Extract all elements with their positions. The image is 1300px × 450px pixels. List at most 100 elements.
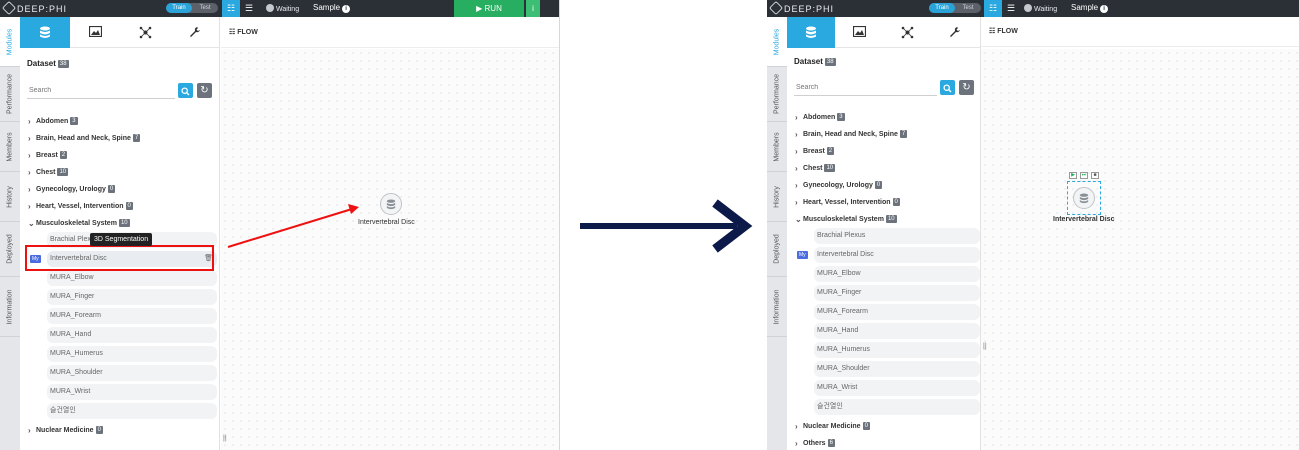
category-nuclear-medicine[interactable]: › Nuclear Medicine 0 xyxy=(794,418,980,435)
list-item[interactable]: MURA_Forearm xyxy=(814,304,980,320)
list-item[interactable]: MURA_Hand xyxy=(814,323,980,339)
project-name-text: Sample xyxy=(1071,3,1099,12)
tab-performance[interactable]: Performance xyxy=(0,67,20,122)
dataset-tree: › Abdomen 3 › Brain, Head and Neck, Spine 7 … xyxy=(27,113,217,439)
tab-members[interactable]: Members xyxy=(0,122,20,172)
search-input[interactable] xyxy=(794,79,937,96)
flow-view-icon[interactable]: ☷ xyxy=(984,0,1002,17)
flow-canvas[interactable]: ☷ FLOW ▶ ⏭ ■ Intervertebral Disc || xyxy=(981,17,1299,450)
search-button[interactable] xyxy=(940,80,955,95)
network-icon xyxy=(139,26,151,39)
category-heart[interactable]: › Heart, Vessel, Intervention 0 xyxy=(27,198,217,215)
dataset-node[interactable] xyxy=(380,193,402,215)
database-icon xyxy=(386,199,396,210)
flow-canvas[interactable]: ☷ FLOW Intervertebral Disc || xyxy=(221,17,559,450)
category-brain[interactable]: › Brain, Head and Neck, Spine 7 xyxy=(794,126,980,143)
project-name[interactable]: Sample i xyxy=(1071,3,1109,13)
list-item[interactable]: MURA_Elbow xyxy=(814,266,980,282)
list-item[interactable]: MURA_Finger xyxy=(814,285,980,301)
tab-image[interactable] xyxy=(70,17,120,48)
category-nuclear-medicine[interactable]: › Nuclear Medicine 0 xyxy=(27,422,217,439)
tab-information[interactable]: Information xyxy=(767,277,787,337)
train-test-toggle[interactable]: Train Test xyxy=(929,3,981,13)
toggle-test[interactable]: Test xyxy=(192,3,218,13)
tab-history[interactable]: History xyxy=(0,172,20,222)
flow-view-icon[interactable]: ☷ xyxy=(222,0,240,17)
tab-modules[interactable]: Modules xyxy=(0,17,20,67)
tab-tools[interactable] xyxy=(931,17,979,48)
tab-dataset[interactable] xyxy=(20,17,70,48)
category-count: 2 xyxy=(59,151,68,159)
chevron-right-icon: › xyxy=(795,147,798,156)
project-name[interactable]: Sample i xyxy=(313,3,351,13)
category-gynecology[interactable]: › Gynecology, Urology 0 xyxy=(794,177,980,194)
tab-deployed[interactable]: Deployed xyxy=(767,222,787,277)
tab-image[interactable] xyxy=(835,17,883,48)
list-item[interactable]: MURA_Humerus xyxy=(47,346,217,362)
step-icon[interactable]: ⏭ xyxy=(1080,172,1088,179)
tab-network[interactable] xyxy=(120,17,170,48)
category-count: 2 xyxy=(826,147,835,155)
refresh-button[interactable]: ↻ xyxy=(959,80,974,95)
tab-dataset[interactable] xyxy=(787,17,835,48)
tab-deployed[interactable]: Deployed xyxy=(0,222,20,277)
tab-modules[interactable]: Modules xyxy=(767,17,787,67)
category-gynecology[interactable]: › Gynecology, Urology 0 xyxy=(27,181,217,198)
list-item[interactable]: MURA_Humerus xyxy=(814,342,980,358)
node-label: Intervertebral Disc xyxy=(358,219,415,226)
resize-handle[interactable]: || xyxy=(223,435,227,442)
list-item[interactable]: MURA_Elbow xyxy=(47,270,217,286)
play-icon[interactable]: ▶ xyxy=(1069,172,1077,179)
category-others[interactable]: › Others 6 xyxy=(794,435,980,450)
refresh-button[interactable]: ↻ xyxy=(197,83,212,98)
tab-information[interactable]: Information xyxy=(0,277,20,337)
list-view-icon[interactable]: ☰ xyxy=(240,0,258,17)
list-view-icon[interactable]: ☰ xyxy=(1002,0,1020,17)
list-item[interactable]: MURA_Forearm xyxy=(47,308,217,324)
list-item[interactable]: MURA_Wrist xyxy=(814,380,980,396)
list-item[interactable]: MURA_Hand xyxy=(47,327,217,343)
category-abdomen[interactable]: › Abdomen 3 xyxy=(27,113,217,130)
tab-network[interactable] xyxy=(883,17,931,48)
category-brain[interactable]: › Brain, Head and Neck, Spine 7 xyxy=(27,130,217,147)
search-input[interactable] xyxy=(27,82,175,99)
trash-icon[interactable]: ■ xyxy=(1091,172,1099,179)
category-musculoskeletal[interactable]: ⌄ Musculoskeletal System 10 xyxy=(794,211,980,228)
list-item[interactable]: 슬건열인 xyxy=(814,399,980,415)
category-abdomen[interactable]: › Abdomen 3 xyxy=(794,109,980,126)
tab-tools[interactable] xyxy=(170,17,219,48)
category-heart[interactable]: › Heart, Vessel, Intervention 0 xyxy=(794,194,980,211)
list-item[interactable]: Brachial Plexus xyxy=(814,228,980,244)
toggle-train[interactable]: Train xyxy=(929,3,955,13)
chevron-right-icon: › xyxy=(795,113,798,122)
info-icon[interactable]: i xyxy=(1100,5,1109,13)
tab-members[interactable]: Members xyxy=(767,122,787,172)
search-icon xyxy=(943,84,952,93)
list-item[interactable]: 슬건열인 xyxy=(47,403,217,419)
dataset-node[interactable] xyxy=(1073,187,1095,209)
side-tab-bar: Modules Performance Members History Depl… xyxy=(0,17,20,450)
info-icon[interactable]: i xyxy=(342,5,351,13)
search-button[interactable] xyxy=(178,83,193,98)
train-test-toggle[interactable]: Train Test xyxy=(166,3,218,13)
toggle-test[interactable]: Test xyxy=(955,3,981,13)
tab-history[interactable]: History xyxy=(767,172,787,222)
list-item[interactable]: MURA_Wrist xyxy=(47,384,217,400)
list-item[interactable]: MURA_Shoulder xyxy=(814,361,980,377)
category-chest[interactable]: › Chest 10 xyxy=(27,164,217,181)
category-breast[interactable]: › Breast 2 xyxy=(27,147,217,164)
dataset-tree: › Abdomen 3 › Brain, Head and Neck, Spine 7 … xyxy=(794,109,980,450)
run-info-icon[interactable]: i xyxy=(526,0,540,17)
item-label: 슬건열인 xyxy=(50,407,76,414)
tab-modules-label: Modules xyxy=(6,28,14,55)
resize-handle[interactable]: || xyxy=(983,343,987,350)
category-musculoskeletal[interactable]: ⌄ Musculoskeletal System 10 xyxy=(27,215,217,232)
category-chest[interactable]: › Chest 10 xyxy=(794,160,980,177)
list-item[interactable]: My Intervertebral Disc xyxy=(797,247,980,263)
tab-performance[interactable]: Performance xyxy=(767,67,787,122)
list-item[interactable]: MURA_Finger xyxy=(47,289,217,305)
category-breast[interactable]: › Breast 2 xyxy=(794,143,980,160)
list-item[interactable]: MURA_Shoulder xyxy=(47,365,217,381)
run-button[interactable]: ▶ RUN xyxy=(454,0,524,17)
toggle-train[interactable]: Train xyxy=(166,3,192,13)
